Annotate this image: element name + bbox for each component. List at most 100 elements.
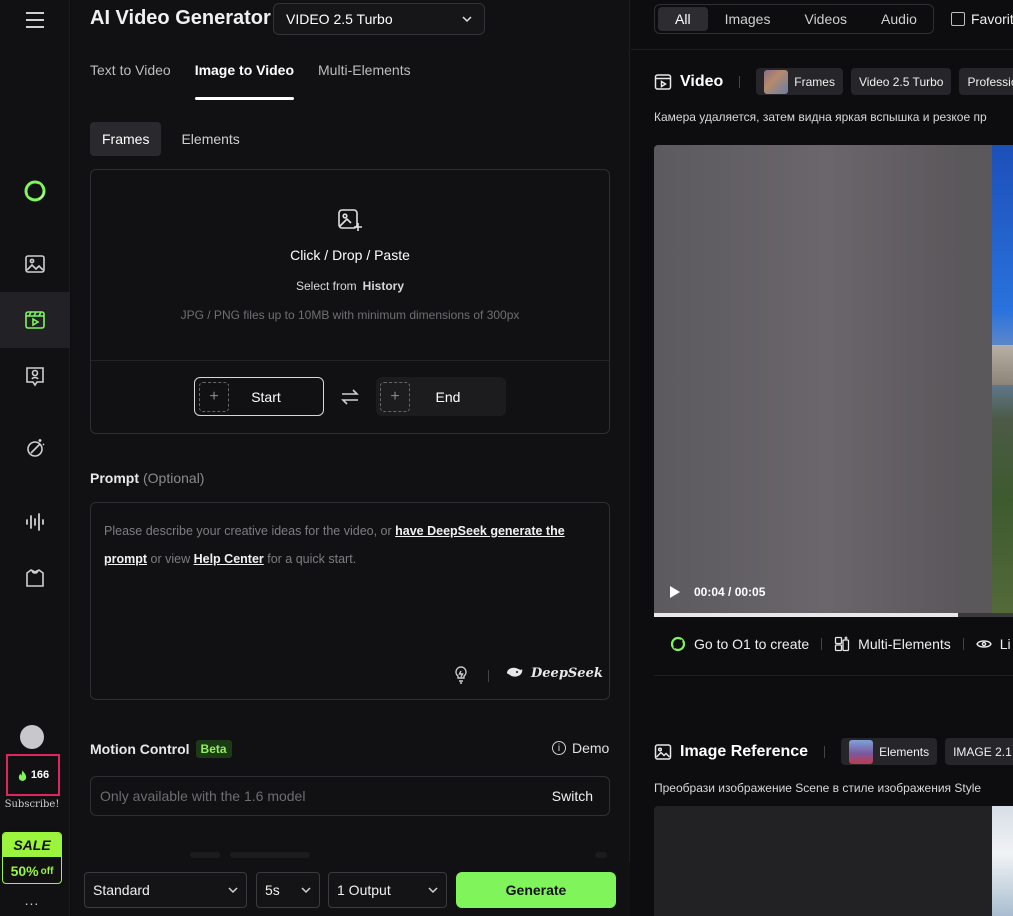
lip-sync-button[interactable]: Li [975, 636, 1011, 652]
video-icon [25, 311, 45, 329]
filter-videos[interactable]: Videos [787, 7, 864, 31]
demo-link[interactable]: i Demo [552, 740, 609, 756]
page-title: AI Video Generator [90, 7, 271, 29]
divider [488, 670, 489, 682]
image-preview[interactable] [654, 806, 1013, 916]
video-player[interactable]: 00:04 / 00:05 [654, 145, 1013, 617]
upload-instructions: Click / Drop / Paste [290, 247, 410, 263]
model-select[interactable]: VIDEO 2.5 Turbo [273, 3, 485, 35]
video-actions: Go to O1 to create Multi-Elements Li [670, 636, 1011, 652]
menu-button[interactable] [0, 0, 70, 40]
input-subtabs: Frames Elements [90, 122, 252, 156]
filter-images[interactable]: Images [708, 7, 788, 31]
help-center-link[interactable]: Help Center [194, 552, 264, 566]
video-card-header: Video Frames Video 2.5 Turbo Profession [654, 68, 1013, 95]
lightbulb-icon[interactable] [453, 666, 469, 684]
chip-elements[interactable]: Elements [841, 738, 938, 765]
image-add-icon [338, 209, 362, 231]
chip-label: Frames [794, 74, 835, 89]
chip-model[interactable]: Video 2.5 Turbo [850, 68, 952, 95]
swap-icon[interactable] [340, 388, 360, 406]
rail-video[interactable] [0, 292, 70, 348]
more-icon[interactable]: ... [0, 892, 64, 908]
rail-audio[interactable] [0, 494, 70, 550]
switch-button[interactable]: Switch [552, 788, 593, 804]
quality-select[interactable]: Standard [84, 872, 247, 908]
sale-discount: 50% off [3, 857, 61, 883]
person-frame-icon [26, 367, 44, 387]
plus-icon: + [199, 381, 229, 412]
prompt-text-part: for a quick start. [263, 552, 357, 566]
start-frame-label: Start [251, 388, 281, 405]
rail-avatar-tool[interactable] [0, 348, 70, 404]
generator-panel: AI Video Generator VIDEO 2.5 Turbo Text … [71, 0, 630, 916]
rail-omni[interactable] [0, 163, 70, 219]
deepseek-label: DeepSeek [531, 665, 603, 681]
outputs-select[interactable]: 1 Output [328, 872, 447, 908]
go-to-o1-button[interactable]: Go to O1 to create [670, 636, 809, 652]
plus-icon: + [380, 381, 410, 412]
chevron-down-icon [428, 887, 438, 894]
mode-tabs: Text to Video Image to Video Multi-Eleme… [90, 62, 411, 100]
rail-outfit[interactable] [0, 550, 70, 606]
image-icon [25, 255, 45, 273]
deepseek-button[interactable]: DeepSeek [505, 665, 603, 681]
prompt-textarea[interactable]: Please describe your creative ideas for … [90, 502, 610, 700]
credits-badge[interactable]: 166 [6, 754, 60, 796]
chip-image-model[interactable]: IMAGE 2.1 [945, 738, 1013, 765]
filter-all[interactable]: All [658, 7, 708, 31]
motion-control-field[interactable]: Only available with the 1.6 model Switch [90, 776, 610, 816]
lip-sync-label: Li [999, 636, 1011, 652]
subtab-frames[interactable]: Frames [90, 122, 162, 156]
favorites-checkbox[interactable] [951, 12, 965, 26]
user-avatar[interactable] [20, 725, 44, 749]
divider [739, 75, 741, 88]
start-frame-button[interactable]: + Start [194, 377, 324, 416]
sale-banner[interactable]: SALE 50% off [2, 832, 62, 884]
tab-text-to-video[interactable]: Text to Video [90, 62, 171, 100]
chevron-down-icon [228, 887, 238, 894]
tab-multi-elements[interactable]: Multi-Elements [318, 62, 411, 100]
select-history: Select from History [91, 279, 609, 293]
history-link[interactable]: History [363, 279, 404, 293]
beta-badge: Beta [195, 740, 232, 758]
info-icon: i [552, 741, 566, 755]
favorites-toggle[interactable]: Favorit [951, 11, 1013, 27]
prompt-title: Prompt [90, 470, 139, 486]
thumbnail [764, 69, 789, 94]
filter-audio[interactable]: Audio [864, 7, 934, 31]
generate-bar: Standard 5s 1 Output Generate [71, 862, 630, 916]
chip-mode[interactable]: Profession [959, 68, 1013, 95]
upload-hint: JPG / PNG files up to 10MB with minimum … [180, 308, 520, 322]
chip-frames[interactable]: Frames [756, 68, 843, 95]
whale-icon [507, 667, 523, 677]
hamburger-icon [26, 12, 44, 28]
chip-label: Profession [967, 74, 1013, 89]
multi-elements-button[interactable]: Multi-Elements [834, 636, 951, 652]
chevron-down-icon [301, 887, 311, 894]
chip-label: Elements [879, 744, 930, 759]
end-frame-button[interactable]: + End [376, 377, 506, 416]
generate-button[interactable]: Generate [456, 872, 616, 908]
play-icon[interactable] [669, 585, 681, 599]
quality-value: Standard [93, 882, 150, 898]
sale-label: SALE [3, 833, 61, 857]
rail-image[interactable] [0, 236, 70, 292]
eye-icon [975, 640, 992, 648]
video-progress[interactable] [654, 613, 1013, 617]
chip-label: IMAGE 2.1 [953, 744, 1012, 759]
prompt-placeholder: Please describe your creative ideas for … [104, 517, 594, 573]
tab-image-to-video[interactable]: Image to Video [194, 62, 295, 100]
duration-select[interactable]: 5s [256, 872, 320, 908]
asset-filters: All Images Videos Audio [654, 4, 934, 34]
subtab-elements[interactable]: Elements [169, 122, 251, 156]
motion-control-label: Motion Control Beta [90, 740, 232, 758]
subscribe-link[interactable]: Subscribe! [0, 799, 64, 810]
favorites-label: Favorit [971, 11, 1013, 27]
thumbnail [849, 739, 874, 764]
rail-effects[interactable] [0, 420, 70, 476]
upload-dropzone[interactable]: Click / Drop / Paste Select from History … [90, 169, 610, 434]
chip-label: Video 2.5 Turbo [858, 74, 944, 89]
divider [91, 360, 609, 361]
prompt-text-part: Please describe your creative ideas for … [104, 524, 396, 538]
